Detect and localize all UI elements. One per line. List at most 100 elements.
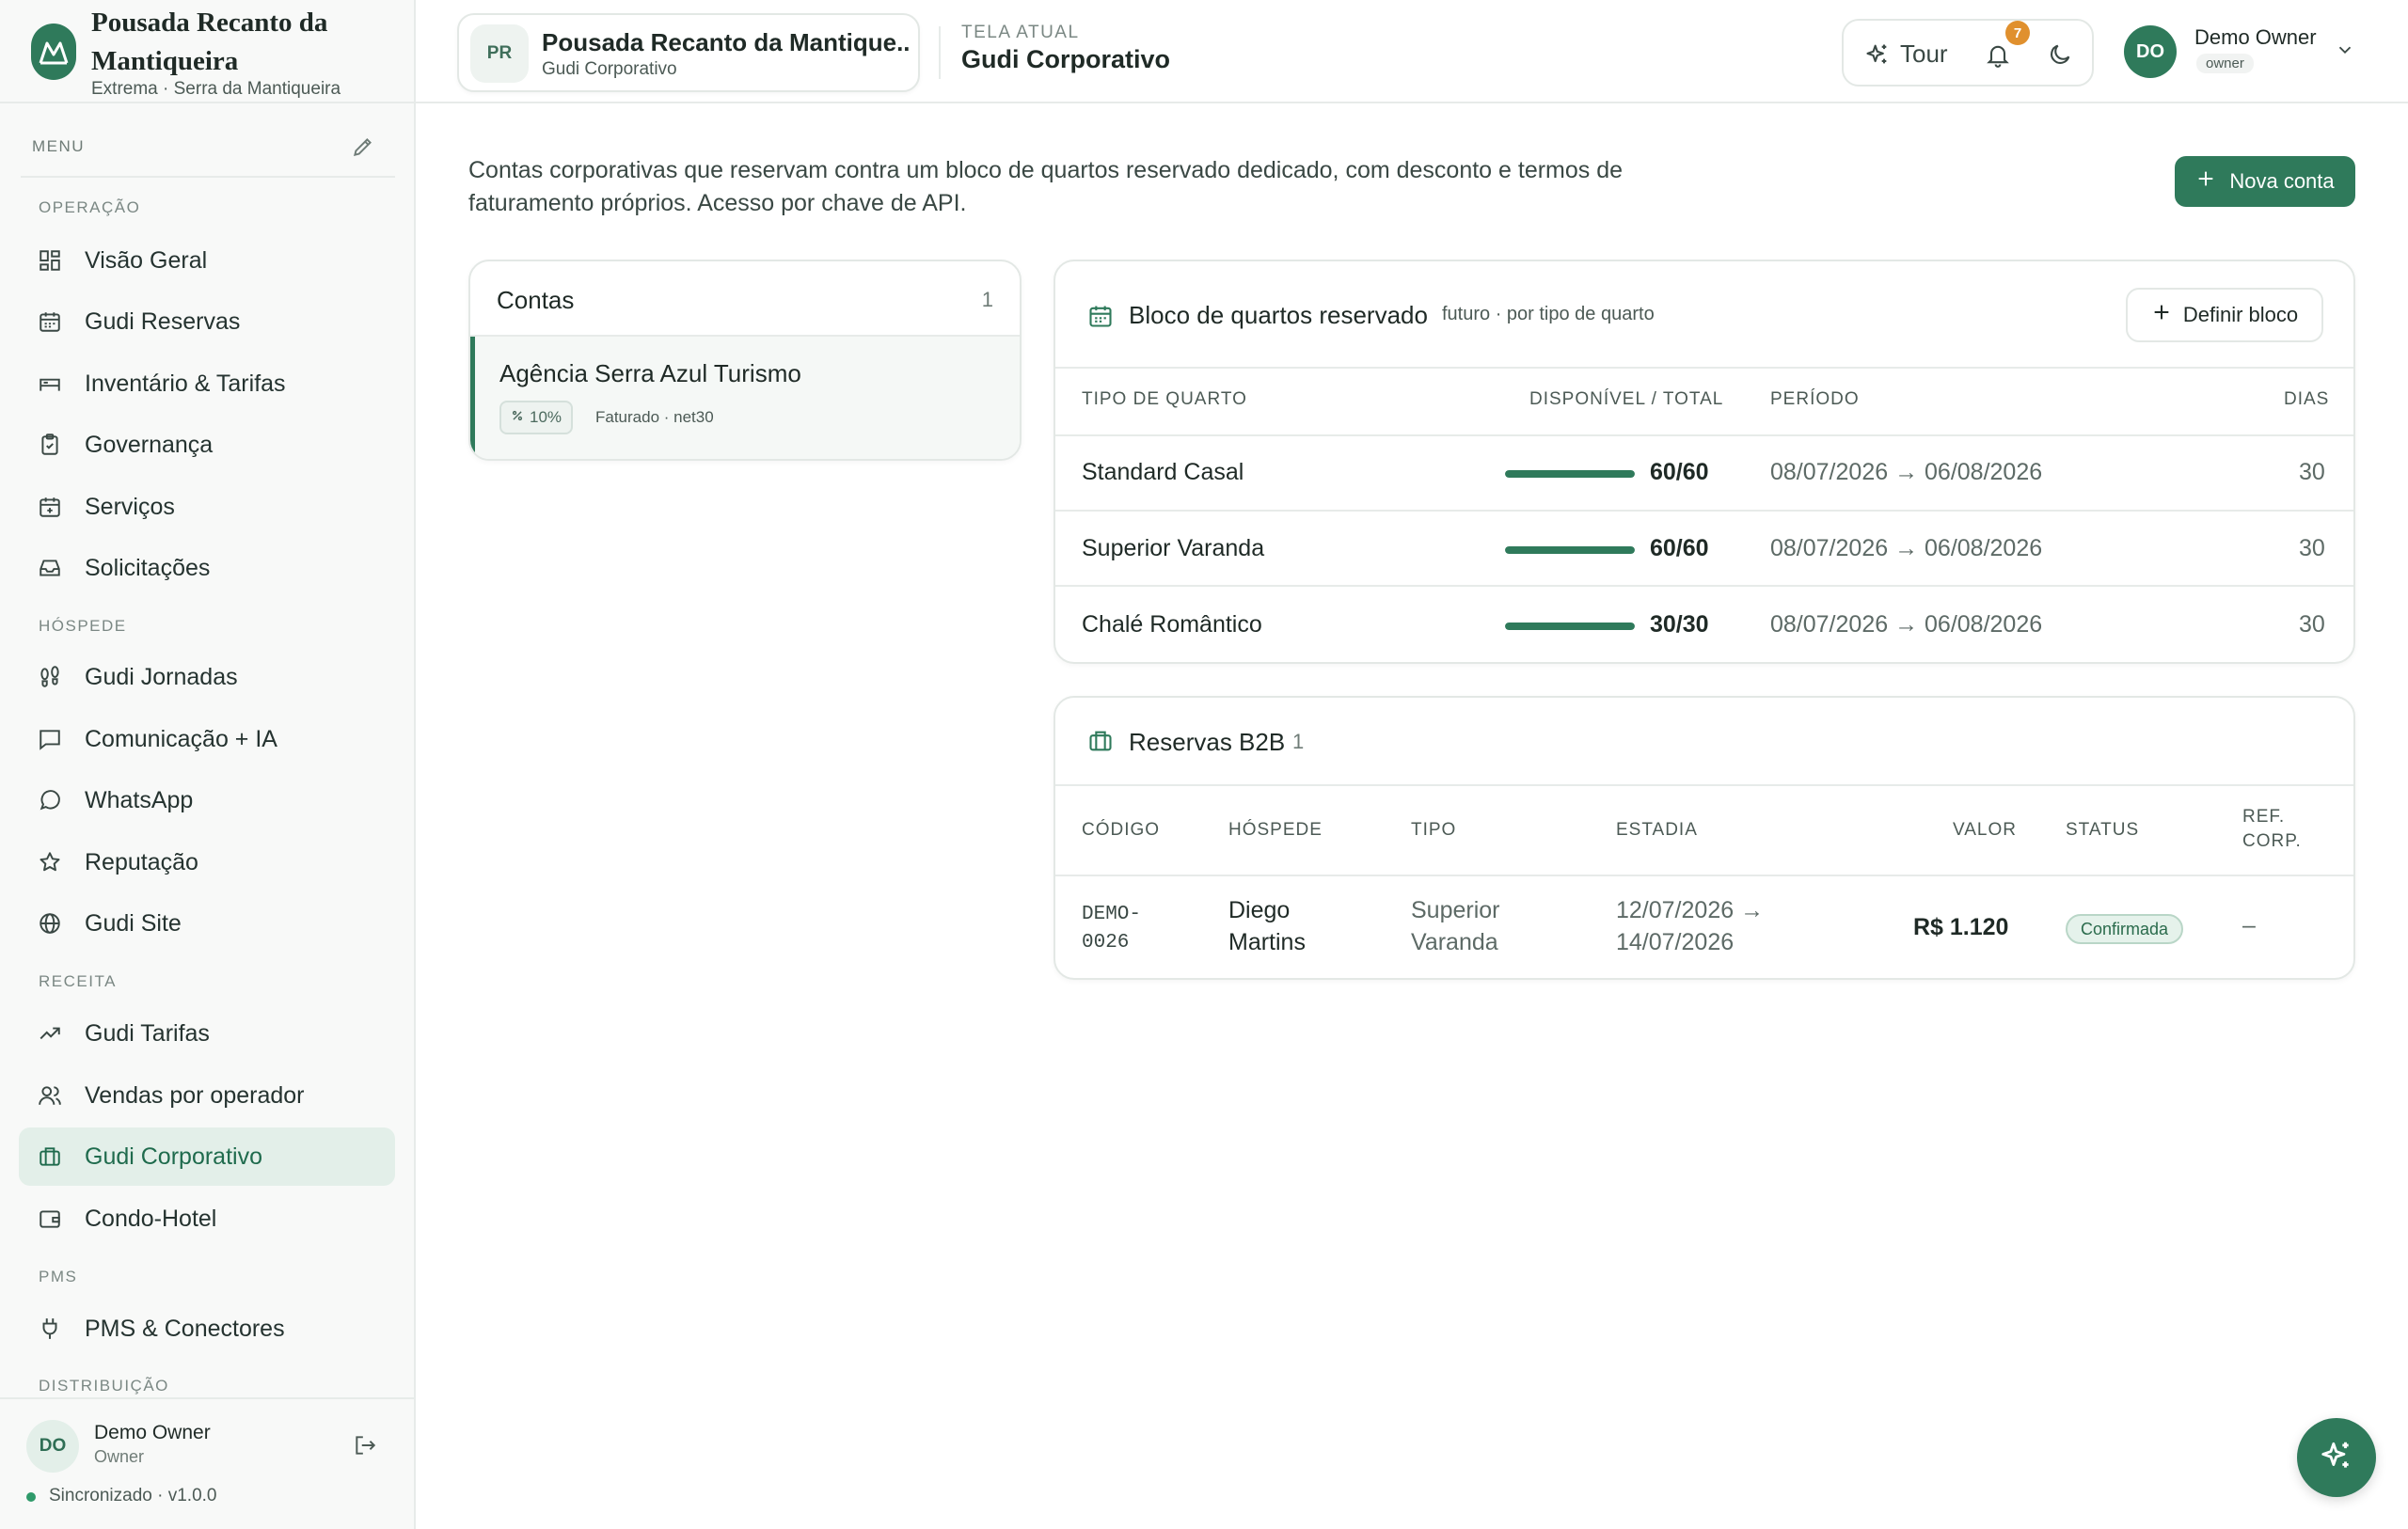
list-item[interactable]: Agência Serra Azul Turismo 10% Faturado …	[470, 337, 1020, 459]
sidebar: Pousada Recanto da Mantiqueira Extrema ·…	[0, 0, 416, 1529]
avatar[interactable]: DO	[26, 1420, 79, 1473]
room-type: Chalé Romântico	[1082, 611, 1262, 638]
globe-icon	[38, 911, 62, 936]
sidebar-item-governanca[interactable]: Governança	[19, 416, 395, 474]
sidebar-item-gudi-corporativo[interactable]: Gudi Corporativo	[19, 1127, 395, 1186]
sidebar-item-whatsapp[interactable]: WhatsApp	[19, 771, 395, 829]
sync-status-dot	[26, 1492, 36, 1502]
brand-header: Pousada Recanto da Mantiqueira Extrema ·…	[0, 0, 414, 103]
room-block-subtitle: futuro · por tipo de quarto	[1442, 304, 1655, 324]
divider	[1055, 510, 2353, 512]
footprints-icon	[38, 665, 62, 689]
column-header-periodo: PERÍODO	[1770, 389, 1860, 409]
inbox-icon	[38, 556, 62, 580]
sidebar-item-label: Reputação	[85, 848, 198, 875]
divider	[1055, 585, 2353, 587]
room-type-line2: Varanda	[1411, 929, 1498, 955]
sidebar-item-comunicacao[interactable]: Comunicação + IA	[19, 710, 395, 768]
property-module: Gudi Corporativo	[542, 59, 677, 79]
sidebar-item-label: Gudi Site	[85, 909, 182, 937]
sidebar-item-label: Gudi Jornadas	[85, 663, 238, 690]
ai-assistant-button[interactable]	[2297, 1418, 2376, 1497]
sidebar-item-inventario[interactable]: Inventário & Tarifas	[19, 355, 395, 413]
guest-last-name: Martins	[1228, 929, 1306, 955]
b2b-title: Reservas B2B	[1129, 728, 1286, 756]
sidebar-item-condo-hotel[interactable]: Condo-Hotel	[19, 1190, 395, 1248]
column-header-disponivel: DISPONÍVEL / TOTAL	[1529, 389, 1724, 409]
sidebar-item-label: Serviços	[85, 493, 175, 520]
accounts-count: 1	[981, 288, 993, 311]
sync-status: Sincronizado · v1.0.0	[49, 1486, 217, 1505]
sidebar-item-label: Gudi Corporativo	[85, 1143, 262, 1170]
logout-icon[interactable]	[353, 1433, 377, 1458]
property-switcher[interactable]: PR Pousada Recanto da Mantique... Gudi C…	[457, 13, 920, 92]
account-name: Agência Serra Azul Turismo	[499, 359, 801, 387]
stay-start: 12/07/2026 →	[1616, 897, 1765, 923]
availability-bar	[1505, 546, 1635, 554]
room-block-header: Bloco de quartos reservado futuro · por …	[1055, 261, 2353, 369]
sidebar-item-gudi-reservas[interactable]: Gudi Reservas	[19, 292, 395, 351]
sidebar-item-solicitacoes[interactable]: Solicitações	[19, 539, 395, 597]
sidebar-footer: DO Demo Owner Owner Sincronizado · v1.0.…	[0, 1397, 414, 1529]
sidebar-item-reputacao[interactable]: Reputação	[19, 833, 395, 891]
section-receita: RECEITA	[39, 972, 117, 990]
period: 08/07/2026 → 06/08/2026	[1770, 535, 2043, 561]
divider	[1055, 434, 2353, 436]
b2b-header: Reservas B2B 1	[1055, 698, 2353, 786]
new-account-button[interactable]: Nova conta	[2175, 156, 2355, 207]
sidebar-item-pms-conectores[interactable]: PMS & Conectores	[19, 1300, 395, 1358]
days: 30	[2299, 535, 2325, 561]
define-block-label: Definir bloco	[2182, 303, 2299, 326]
section-hospede: HÓSPEDE	[39, 617, 127, 635]
sparkles-icon	[2319, 1438, 2354, 1478]
sparkles-icon[interactable]	[1864, 41, 1891, 68]
sidebar-item-gudi-site[interactable]: Gudi Site	[19, 894, 395, 953]
clipboard-icon	[38, 433, 62, 457]
property-badge: PR	[470, 24, 529, 83]
guest-first-name: Diego	[1228, 897, 1291, 923]
define-block-button[interactable]: Definir bloco	[2126, 288, 2323, 342]
sidebar-item-servicos[interactable]: Serviços	[19, 478, 395, 536]
bell-icon[interactable]	[1985, 41, 2011, 68]
sidebar-item-gudi-tarifas[interactable]: Gudi Tarifas	[19, 1004, 395, 1063]
sidebar-item-gudi-jornadas[interactable]: Gudi Jornadas	[19, 648, 395, 706]
tour-button[interactable]: Tour	[1900, 39, 1948, 69]
sidebar-item-label: Gudi Tarifas	[85, 1019, 210, 1047]
column-header-estadia: ESTADIA	[1616, 820, 1698, 840]
column-header-status: STATUS	[2066, 820, 2140, 840]
room-type: Superior Varanda	[1082, 535, 1265, 561]
booking-value: R$ 1.120	[1913, 914, 2009, 940]
brand-name: Pousada Recanto da Mantiqueira	[91, 8, 328, 76]
user-avatar[interactable]: DO	[2124, 25, 2177, 78]
availability-bar-fill	[1505, 546, 1635, 554]
column-header-ref: REF.	[2242, 807, 2286, 827]
divider	[939, 26, 941, 79]
corporate-ref: –	[2242, 912, 2256, 938]
percent-icon	[511, 408, 524, 427]
booking-code-line1: DEMO-	[1082, 904, 1142, 925]
availability-value: 30/30	[1650, 611, 1709, 638]
user-name[interactable]: Demo Owner	[2194, 25, 2317, 50]
sidebar-item-visao-geral[interactable]: Visão Geral	[19, 231, 395, 290]
plug-icon	[38, 1316, 62, 1341]
brand-logo-icon[interactable]	[31, 24, 76, 80]
column-header-dias: DIAS	[2284, 389, 2330, 409]
room-block-card: Bloco de quartos reservado futuro · por …	[1054, 260, 2355, 664]
room-type: Standard Casal	[1082, 459, 1244, 485]
new-account-label: Nova conta	[2229, 169, 2335, 193]
availability-value: 60/60	[1650, 535, 1709, 561]
sidebar-item-label: Governança	[85, 431, 214, 458]
section-distribuicao: DISTRIBUIÇÃO	[39, 1377, 169, 1395]
b2b-reservations-card: Reservas B2B 1 CÓDIGO HÓSPEDE TIPO ESTAD…	[1054, 696, 2355, 980]
notification-badge: 7	[2005, 21, 2030, 45]
chat-bubble-icon	[38, 788, 62, 812]
calendar-icon	[38, 309, 62, 334]
chevron-down-icon[interactable]	[2335, 39, 2355, 60]
message-square-icon	[38, 727, 62, 751]
pencil-icon[interactable]	[351, 134, 375, 159]
moon-icon[interactable]	[2047, 41, 2073, 68]
section-pms: PMS	[39, 1268, 78, 1285]
billing-terms: Faturado · net30	[595, 408, 714, 426]
sidebar-item-vendas-operador[interactable]: Vendas por operador	[19, 1066, 395, 1125]
room-block-title: Bloco de quartos reservado	[1129, 301, 1428, 329]
